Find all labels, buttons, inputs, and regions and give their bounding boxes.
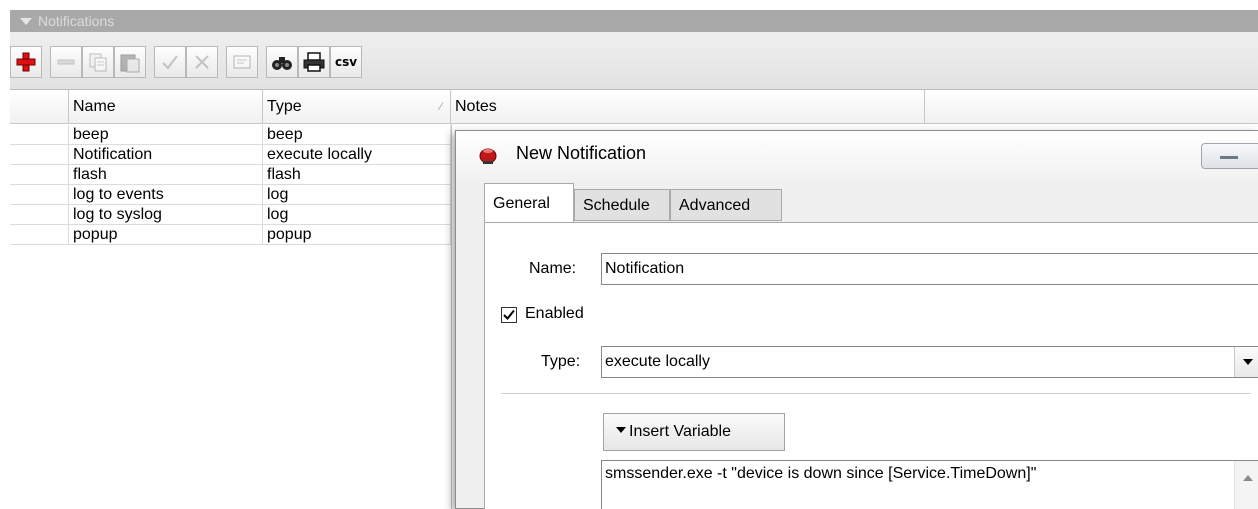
header-select-column[interactable] (10, 90, 69, 124)
general-tab-panel: Name: Notification Enabled Type: execute… (484, 222, 1258, 509)
table-row[interactable]: popup popup (10, 225, 451, 245)
dialog-title-bar[interactable]: New Notification (456, 131, 1258, 179)
find-button[interactable] (266, 46, 298, 78)
header-notes[interactable]: Notes (451, 90, 925, 124)
checkmark-icon (503, 309, 515, 320)
new-notification-dialog: New Notification General Schedule Advanc… (455, 130, 1258, 509)
table-row[interactable]: beep beep (10, 125, 451, 145)
table-header: Name Type ∕ Notes (10, 90, 1258, 124)
command-textarea[interactable]: smssender.exe -t "device is down since [… (601, 460, 1258, 509)
add-button[interactable] (10, 46, 42, 78)
csv-export-icon: csv (334, 55, 358, 69)
toolbar: csv (10, 32, 1258, 90)
collapse-arrow-icon[interactable] (20, 18, 32, 25)
comment-button[interactable] (226, 46, 258, 78)
sort-ascending-icon: ∕ (440, 101, 442, 113)
tab-general[interactable]: General (484, 183, 574, 223)
enable-button[interactable] (154, 46, 186, 78)
table-row[interactable]: log to syslog log (10, 205, 451, 225)
copy-icon (89, 53, 107, 72)
cell-type: flash (263, 165, 451, 185)
enable-icon (162, 55, 178, 70)
table-row[interactable]: Notification execute locally (10, 145, 451, 165)
column-divider (451, 124, 452, 509)
remove-icon (57, 59, 75, 65)
disable-button[interactable] (186, 46, 218, 78)
minimize-button[interactable] (1201, 143, 1258, 169)
cell-type: popup (263, 225, 451, 245)
name-field[interactable]: Notification (601, 253, 1258, 285)
cell-name: popup (69, 225, 263, 245)
print-icon (303, 52, 325, 72)
cell-name: flash (69, 165, 263, 185)
panel-title: Notifications (38, 13, 115, 29)
panel-header[interactable]: Notifications (10, 10, 1258, 32)
paste-button[interactable] (114, 46, 146, 78)
enabled-checkbox[interactable] (501, 307, 517, 323)
minimize-icon (1220, 156, 1238, 159)
comment-icon (233, 55, 251, 69)
textarea-scrollbar[interactable] (1234, 461, 1258, 509)
insert-variable-button[interactable]: Insert Variable (603, 413, 785, 451)
cell-name: log to syslog (69, 205, 263, 225)
enabled-label: Enabled (525, 305, 584, 322)
add-icon (16, 52, 36, 72)
header-extra[interactable] (925, 90, 1258, 124)
dialog-title: New Notification (516, 143, 647, 163)
cell-type: log (263, 185, 451, 205)
paste-icon (120, 54, 140, 73)
cell-name: log to events (69, 185, 263, 205)
print-button[interactable] (298, 46, 330, 78)
tab-schedule[interactable]: Schedule (574, 189, 670, 221)
cell-type: execute locally (263, 145, 451, 165)
chevron-down-icon (616, 427, 626, 433)
find-icon (272, 57, 292, 70)
header-type[interactable]: Type ∕ (263, 90, 451, 124)
name-label: Name: (529, 260, 577, 277)
scroll-up-icon[interactable] (1243, 475, 1253, 481)
cell-name: beep (69, 125, 263, 145)
type-label: Type: (541, 353, 581, 370)
cell-type: log (263, 205, 451, 225)
notification-app-icon (479, 148, 497, 164)
header-name[interactable]: Name (69, 90, 263, 124)
dropdown-arrow-icon[interactable] (1234, 347, 1258, 377)
copy-button[interactable] (82, 46, 114, 78)
divider (501, 393, 1251, 394)
cell-name: Notification (69, 145, 263, 165)
remove-button[interactable] (50, 46, 82, 78)
table-row[interactable]: log to events log (10, 185, 451, 205)
cell-type: beep (263, 125, 451, 145)
csv-export-button[interactable]: csv (330, 46, 362, 78)
table-row[interactable]: flash flash (10, 165, 451, 185)
tab-advanced[interactable]: Advanced (670, 189, 782, 221)
disable-icon (195, 55, 209, 69)
type-select[interactable]: execute locally (601, 346, 1258, 378)
